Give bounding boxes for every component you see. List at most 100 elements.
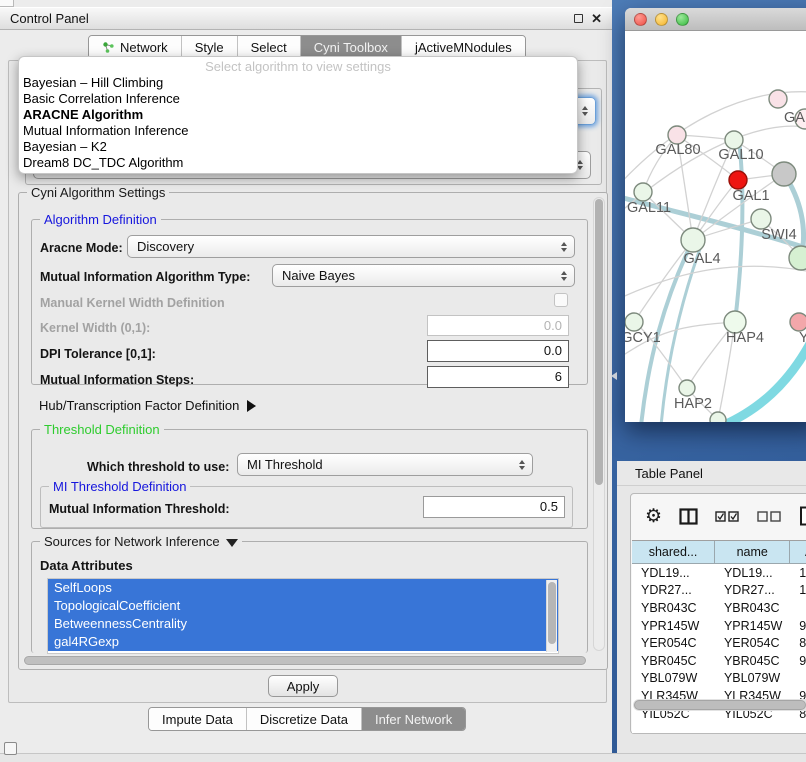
zoom-traffic-light-icon[interactable] xyxy=(676,13,689,26)
table-horizontal-scrollbar[interactable] xyxy=(633,699,806,711)
network-node[interactable] xyxy=(790,313,806,331)
table-cell[interactable]: YBR043C xyxy=(632,599,715,617)
network-node[interactable] xyxy=(789,246,806,270)
which-threshold-combo[interactable]: MI Threshold xyxy=(237,453,533,476)
tab-impute-data[interactable]: Impute Data xyxy=(149,708,247,730)
table-cell[interactable]: YBL079W xyxy=(715,670,790,688)
show-columns-checked-icon[interactable] xyxy=(715,511,740,522)
manual-kernel-width-checkbox[interactable] xyxy=(554,293,568,307)
collapsed-right-triangle-icon[interactable] xyxy=(247,400,256,412)
table-cell[interactable] xyxy=(790,670,806,688)
sources-group-title[interactable]: Sources for Network Inference xyxy=(40,534,242,549)
network-window-titlebar[interactable] xyxy=(625,8,806,31)
kernel-width-field[interactable]: 0.0 xyxy=(427,315,569,336)
table-cell[interactable]: YDR27... xyxy=(715,582,790,600)
float-window-icon[interactable] xyxy=(574,14,583,23)
table-cell[interactable]: YDL19... xyxy=(715,564,790,582)
table-cell[interactable]: YER054C xyxy=(715,634,790,652)
close-icon[interactable]: ✕ xyxy=(591,14,602,24)
network-node[interactable] xyxy=(769,90,787,108)
dropdown-item-selected[interactable]: ARACNE Algorithm xyxy=(19,107,577,123)
mi-threshold-field[interactable]: 0.5 xyxy=(423,496,565,518)
gear-icon[interactable]: ⚙ xyxy=(645,505,662,528)
network-node[interactable] xyxy=(681,228,705,252)
table-row[interactable]: YDR27...YDR27...12 xyxy=(632,582,806,600)
table-cell[interactable]: YDL19... xyxy=(632,564,715,582)
split-columns-icon[interactable] xyxy=(679,508,698,525)
table-cell[interactable]: YPR145W xyxy=(632,617,715,635)
dropdown-item[interactable]: Mutual Information Inference xyxy=(19,123,577,139)
table-row[interactable]: YBR045CYBR045C9. xyxy=(632,652,806,670)
network-node[interactable] xyxy=(751,209,771,229)
table-cell[interactable]: YBR045C xyxy=(715,652,790,670)
table-row[interactable]: YDL19...YDL19...13 xyxy=(632,564,806,582)
data-attributes-label: Data Attributes xyxy=(40,558,133,573)
table-cell[interactable]: 9. xyxy=(790,617,806,635)
network-node[interactable] xyxy=(710,412,726,422)
tab-select[interactable]: Select xyxy=(238,36,301,58)
network-node[interactable] xyxy=(772,162,796,186)
network-edge[interactable] xyxy=(735,140,742,322)
table-row[interactable]: YPR145WYPR145W9. xyxy=(632,617,806,635)
column-header-partial[interactable]: A xyxy=(790,541,806,563)
new-table-file-icon[interactable] xyxy=(799,506,806,526)
table-cell[interactable]: 8. xyxy=(790,634,806,652)
tab-cyni-toolbox[interactable]: Cyni Toolbox xyxy=(301,36,402,58)
network-canvas[interactable]: GALGAL80GAL10GAL1GAL11SWI4GAL4GCY1HAP4YH… xyxy=(625,31,806,422)
dropdown-item[interactable]: Bayesian – Hill Climbing xyxy=(19,75,577,91)
network-node[interactable] xyxy=(729,171,747,189)
dropdown-item[interactable]: Basic Correlation Inference xyxy=(19,91,577,107)
apply-button[interactable]: Apply xyxy=(268,675,338,697)
settings-horizontal-scrollbar[interactable] xyxy=(23,655,587,666)
restore-panel-icon[interactable] xyxy=(4,742,17,755)
table-row[interactable]: YBR043CYBR043C xyxy=(632,599,806,617)
network-node[interactable] xyxy=(634,183,652,201)
tab-jactivemnodules[interactable]: jActiveMNodules xyxy=(402,36,525,58)
expanded-down-triangle-icon[interactable] xyxy=(226,539,238,547)
table-cell[interactable]: 12 xyxy=(790,582,806,600)
aracne-mode-label: Aracne Mode: xyxy=(40,241,123,255)
aracne-mode-combo[interactable]: Discovery xyxy=(127,235,575,258)
table-row[interactable]: YER054CYER054C8. xyxy=(632,634,806,652)
column-header-shared-name[interactable]: shared... xyxy=(632,541,715,563)
tab-discretize-data[interactable]: Discretize Data xyxy=(247,708,362,730)
table-row[interactable]: YBL079WYBL079W xyxy=(632,670,806,688)
table-cell[interactable]: YER054C xyxy=(632,634,715,652)
attribute-item-selected[interactable]: TopologicalCoefficient xyxy=(48,597,558,615)
table-cell[interactable]: 13 xyxy=(790,564,806,582)
column-header-name[interactable]: name xyxy=(715,541,790,563)
hub-tf-definition-toggle[interactable]: Hub/Transcription Factor Definition xyxy=(39,398,256,413)
table-cell[interactable]: YBR043C xyxy=(715,599,790,617)
attributes-scrollbar[interactable] xyxy=(546,580,557,652)
attribute-item-selected[interactable]: BetweennessCentrality xyxy=(48,615,558,633)
threshold-definition-title: Threshold Definition xyxy=(40,422,164,437)
close-traffic-light-icon[interactable] xyxy=(634,13,647,26)
table-cell[interactable]: YBL079W xyxy=(632,670,715,688)
tab-infer-network[interactable]: Infer Network xyxy=(362,708,465,730)
mi-steps-field[interactable]: 6 xyxy=(427,366,569,388)
dropdown-item[interactable]: Bayesian – K2 xyxy=(19,139,577,155)
table-cell[interactable]: YDR27... xyxy=(632,582,715,600)
settings-vertical-scrollbar[interactable] xyxy=(593,197,605,651)
attribute-item-selected[interactable]: gal4RGexp xyxy=(48,633,558,651)
attribute-item-selected[interactable]: SelfLoops xyxy=(48,579,558,597)
hide-columns-unchecked-icon[interactable] xyxy=(757,511,782,522)
minimize-traffic-light-icon[interactable] xyxy=(655,13,668,26)
table-cell[interactable]: YBR045C xyxy=(632,652,715,670)
network-node[interactable] xyxy=(625,313,643,331)
dpi-tolerance-field[interactable]: 0.0 xyxy=(427,340,569,362)
mi-algorithm-type-combo[interactable]: Naive Bayes xyxy=(272,264,575,287)
table-cell[interactable]: 9. xyxy=(790,652,806,670)
dropdown-item[interactable]: Dream8 DC_TDC Algorithm xyxy=(19,155,577,171)
network-node[interactable] xyxy=(679,380,695,396)
table-card: ⚙ shared... n xyxy=(630,493,806,734)
table-cell[interactable]: YPR145W xyxy=(715,617,790,635)
combo-stepper-icon xyxy=(561,242,567,252)
network-edge[interactable] xyxy=(722,340,806,422)
panel-splitter-collapse-icon[interactable] xyxy=(611,372,617,380)
tab-network[interactable]: Network xyxy=(89,36,182,58)
combo-stepper-icon xyxy=(519,460,525,470)
status-bar xyxy=(0,753,806,762)
table-cell[interactable] xyxy=(790,599,806,617)
tab-style[interactable]: Style xyxy=(182,36,238,58)
